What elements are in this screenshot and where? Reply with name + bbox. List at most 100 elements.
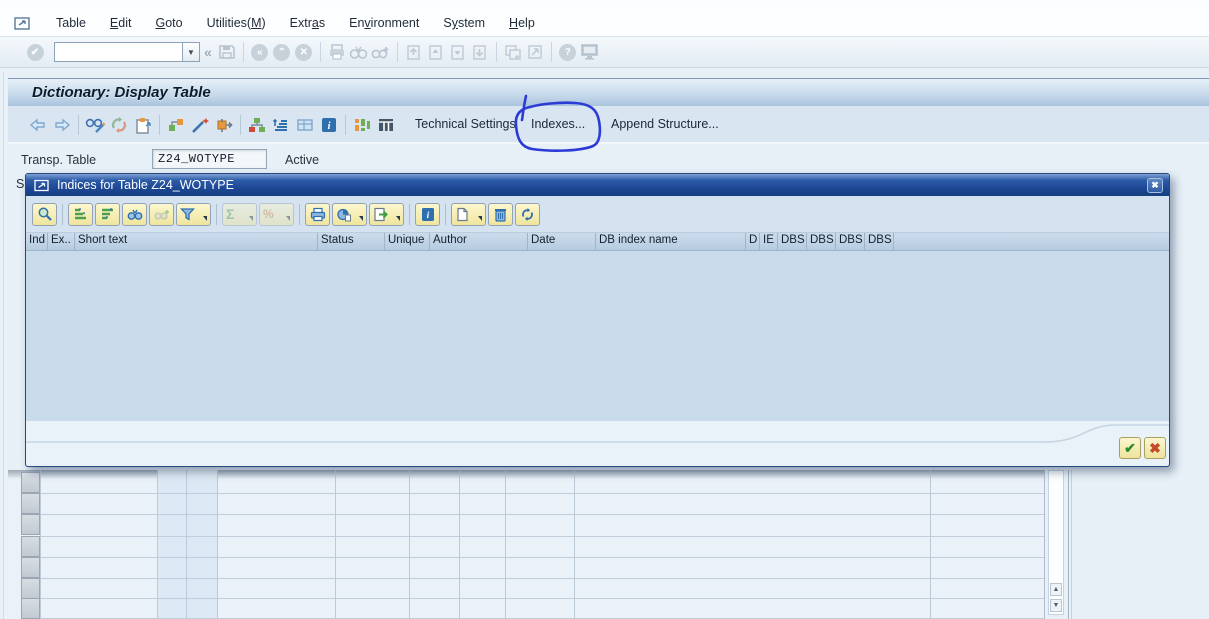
table-status-text: Active (285, 153, 319, 167)
filter-button[interactable] (176, 203, 211, 226)
copy-icon[interactable] (131, 113, 155, 137)
find-button[interactable] (122, 203, 147, 226)
title-bar: Dictionary: Display Table (8, 78, 1209, 106)
command-field[interactable]: ▼ (54, 42, 200, 62)
row-selector[interactable] (21, 472, 40, 493)
assign-move-icon[interactable] (212, 113, 236, 137)
page-title: Dictionary: Display Table (32, 84, 211, 101)
indexes-button[interactable]: Indexes... (531, 117, 585, 131)
menu-bar: Table Edit Goto Utilities(M) Extras Environme… (0, 10, 1209, 37)
dialog-close-icon[interactable]: ✖ (1147, 178, 1163, 193)
row-selector[interactable] (21, 536, 40, 557)
sort-descending-button[interactable] (95, 203, 120, 226)
last-page-icon (469, 40, 491, 64)
column-header[interactable]: Status (318, 233, 385, 251)
print-button[interactable] (305, 203, 330, 226)
panel-divider (1068, 470, 1069, 619)
append-structure-button[interactable]: Append Structure... (611, 117, 719, 131)
refresh-icon[interactable] (107, 113, 131, 137)
customize-layout-icon (579, 40, 601, 64)
scroll-down-icon[interactable]: ▼ (1050, 599, 1062, 612)
row-selector[interactable] (21, 578, 40, 599)
menu-item[interactable]: Edit (107, 14, 135, 32)
find-icon (348, 40, 370, 64)
confirm-button[interactable]: ✔ (1119, 437, 1141, 459)
delete-index-button[interactable] (488, 203, 513, 226)
application-toolbar: i Technical Settings Indexes... Append S… (8, 106, 1209, 144)
subtotal-button: % (259, 203, 294, 226)
find-next-button[interactable] (149, 203, 174, 226)
menu-item[interactable]: Goto (152, 14, 185, 32)
wizard-wand-icon[interactable] (188, 113, 212, 137)
row-selector[interactable] (21, 557, 40, 578)
column-header[interactable]: DBS (865, 233, 894, 251)
column-header[interactable]: Unique (385, 233, 430, 251)
menu-item[interactable]: Table (53, 14, 89, 32)
views-button[interactable] (332, 203, 367, 226)
dialog-info-button[interactable]: i (415, 203, 440, 226)
column-layout-icon[interactable] (350, 113, 374, 137)
menu-item[interactable]: Help (506, 14, 538, 32)
back-icon: « (249, 40, 271, 64)
back-arrow-icon[interactable] (26, 113, 50, 137)
column-header[interactable]: Date (528, 233, 596, 251)
table-view-icon[interactable] (293, 113, 317, 137)
column-header[interactable]: DBS (807, 233, 836, 251)
print-icon (326, 40, 348, 64)
row-selector[interactable] (21, 598, 40, 619)
export-button[interactable] (369, 203, 404, 226)
column-header[interactable]: DB index name (596, 233, 746, 251)
sort-list-icon[interactable] (269, 113, 293, 137)
menu-item[interactable]: Environment (346, 14, 422, 32)
index-table-header: IndEx..Short textStatusUniqueAuthorDateD… (26, 233, 1169, 251)
next-page-icon (447, 40, 469, 64)
command-input[interactable] (54, 42, 182, 62)
panel-divider (1071, 470, 1072, 619)
frame-line (6, 72, 7, 619)
scroll-up-icon[interactable]: ▲ (1050, 583, 1062, 596)
indices-dialog: Indices for Table Z24_WOTYPE ✖ Σ % (25, 173, 1170, 467)
info-icon[interactable]: i (317, 113, 341, 137)
hierarchy-icon[interactable] (245, 113, 269, 137)
index-table-body[interactable] (26, 251, 1169, 421)
create-index-button[interactable] (451, 203, 486, 226)
svg-text:i: i (426, 211, 429, 221)
dialog-title: Indices for Table Z24_WOTYPE (57, 178, 234, 192)
command-dropdown-icon[interactable]: ▼ (182, 42, 200, 62)
sort-ascending-button[interactable] (68, 203, 93, 226)
column-header[interactable]: Ind (26, 233, 48, 251)
menu-item[interactable]: Extras (287, 14, 328, 32)
frame-line (3, 72, 4, 619)
clipped-label-fragment: S (16, 177, 24, 191)
dialog-title-bar[interactable]: Indices for Table Z24_WOTYPE ✖ (26, 174, 1169, 196)
row-selector[interactable] (21, 493, 40, 514)
sap-screen-icon (14, 16, 31, 31)
shortcut-icon (524, 40, 546, 64)
column-header[interactable]: Ex.. (48, 233, 75, 251)
menu-item[interactable]: System (440, 14, 488, 32)
window-top-strip (0, 0, 1209, 10)
up-icon: ⌃ (271, 40, 293, 64)
cancel-button[interactable]: ✖ (1144, 437, 1166, 459)
where-used-icon[interactable] (164, 113, 188, 137)
display-change-icon[interactable] (83, 113, 107, 137)
dialog-footer: ✔ ✖ (26, 421, 1169, 466)
menu-item[interactable]: Utilities(M) (204, 14, 269, 32)
column-header[interactable]: DBS (778, 233, 807, 251)
row-selector[interactable] (21, 514, 40, 535)
data-grid-icon[interactable] (374, 113, 398, 137)
enter-icon: ✔ (24, 40, 46, 64)
column-header[interactable]: Author (430, 233, 528, 251)
details-button[interactable] (32, 203, 57, 226)
column-header[interactable]: Short text (75, 233, 318, 251)
forward-arrow-icon[interactable] (50, 113, 74, 137)
transp-table-field[interactable]: Z24_WOTYPE (152, 149, 267, 169)
vertical-scrollbar[interactable]: ▲ ▼ (1048, 470, 1064, 615)
previous-page-icon (425, 40, 447, 64)
refresh-list-button[interactable] (515, 203, 540, 226)
column-header[interactable]: D (746, 233, 760, 251)
column-header[interactable]: IE (760, 233, 778, 251)
column-header[interactable]: DBS (836, 233, 865, 251)
save-icon (216, 40, 238, 64)
technical-settings-button[interactable]: Technical Settings (415, 117, 516, 131)
